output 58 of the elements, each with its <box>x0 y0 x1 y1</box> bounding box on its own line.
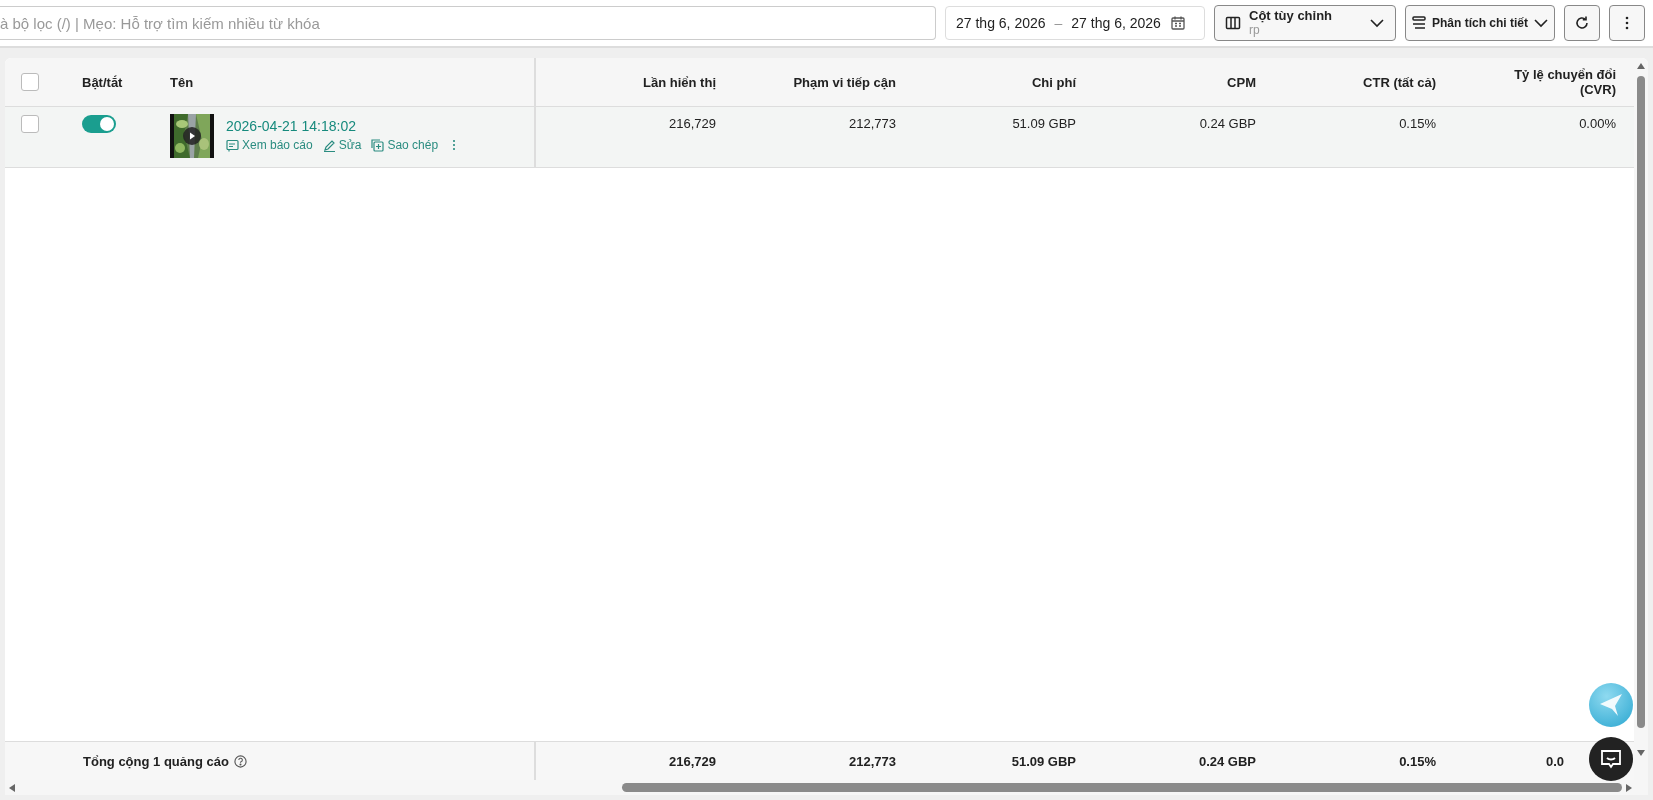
column-header: Phạm vi tiếp cận <box>793 74 896 90</box>
more-button[interactable] <box>1609 5 1645 41</box>
column-header: Tỷ lệ chuyển đổi (CVR) <box>1513 67 1616 97</box>
total-cell: 0.0 <box>1545 753 1564 769</box>
calendar-icon <box>1169 15 1186 31</box>
row-checkbox[interactable] <box>21 115 39 133</box>
total-cell: 216,729 <box>669 753 716 769</box>
table-cell-text: 0.15% <box>1399 115 1436 131</box>
scroll-down-icon[interactable] <box>1637 750 1645 756</box>
more-icon[interactable] <box>452 139 457 151</box>
row-action-link[interactable]: Sửa <box>322 138 362 152</box>
column-header: Bật/tắt <box>81 74 124 90</box>
columns-icon <box>1225 15 1241 31</box>
total-cell: 212,773 <box>849 753 896 769</box>
row-action-link[interactable]: Sao chép <box>371 138 439 152</box>
table-cell-text: 51.09 GBP <box>1012 115 1076 131</box>
total-cell: 0.15% <box>1399 753 1436 769</box>
horizontal-scrollbar[interactable] <box>5 780 1634 795</box>
table-cell-text: 0.24 GBP <box>1199 115 1256 131</box>
column-header: CPM <box>1227 74 1256 90</box>
list-icon <box>1411 15 1427 31</box>
date-range-field[interactable]: 27 thg 6, 2026 – 27 thg 6, 2026 <box>945 6 1205 40</box>
table-cell-text: 216,729 <box>669 115 716 131</box>
copy-icon <box>371 138 385 152</box>
help-icon[interactable] <box>233 754 247 768</box>
more-icon <box>1625 16 1629 30</box>
breakdown-dropdown[interactable]: Phân tích chi tiết <box>1405 5 1555 41</box>
column-header: Lần hiển thị <box>643 74 716 90</box>
start-date: 27 thg 6, 2026 <box>956 15 1046 31</box>
scroll-right-icon[interactable] <box>1626 783 1632 792</box>
refresh-button[interactable] <box>1564 5 1600 41</box>
total-cell: 0.24 GBP <box>1198 753 1256 769</box>
scroll-left-icon[interactable] <box>9 783 15 792</box>
ad-name-link[interactable]: 2026-04-21 14:18:02 <box>226 118 457 134</box>
select-all-checkbox[interactable] <box>21 73 39 91</box>
refresh-icon <box>1574 15 1590 31</box>
scrollbar-thumb[interactable] <box>1637 76 1645 728</box>
search-field[interactable]: à bộ lọc (/) | Mẹo: Hỗ trợ tìm kiếm nhiều từ khóa <box>0 6 936 40</box>
table-cell-text: 212,773 <box>849 115 896 131</box>
scroll-up-icon[interactable] <box>1637 63 1645 69</box>
chevron-down-icon <box>1533 18 1549 28</box>
report-icon <box>226 138 239 152</box>
chat-icon <box>1600 749 1622 769</box>
chevron-down-icon <box>1369 18 1385 28</box>
scrollbar-thumb[interactable] <box>622 783 1622 792</box>
pencil-icon <box>322 138 336 152</box>
toggle-switch[interactable] <box>82 115 116 133</box>
total-cell: 51.09 GBP <box>1011 753 1076 769</box>
total-label: Tổng cộng 1 quảng cáo <box>83 753 229 769</box>
end-date: 27 thg 6, 2026 <box>1071 15 1161 31</box>
table-cell-text: 0.00% <box>1579 115 1616 131</box>
column-header: Chi phí <box>1031 74 1076 90</box>
column-header: CTR (tất cả) <box>1363 74 1436 90</box>
custom-columns-dropdown[interactable]: Cột tùy chỉnh rp <box>1214 5 1396 41</box>
vertical-scrollbar[interactable] <box>1634 58 1648 795</box>
row-action-link[interactable]: Xem báo cáo <box>226 138 313 152</box>
play-icon[interactable] <box>183 127 201 145</box>
date-separator: – <box>1054 15 1063 31</box>
